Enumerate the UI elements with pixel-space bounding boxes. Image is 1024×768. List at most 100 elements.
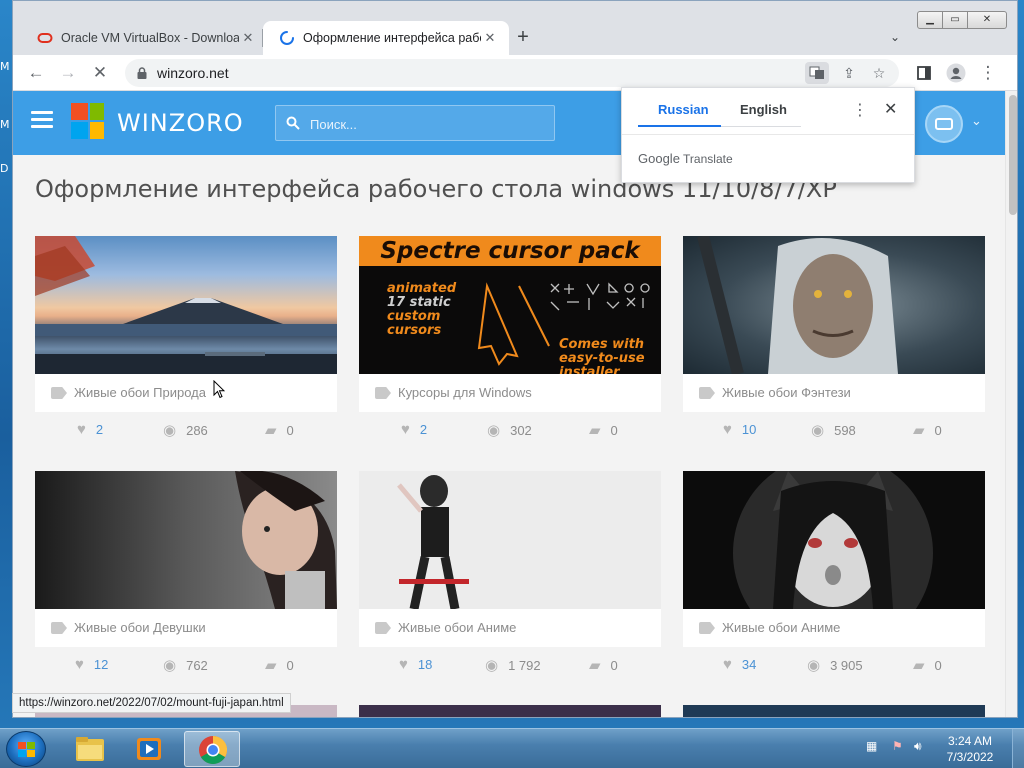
new-tab-button[interactable]: +: [511, 25, 535, 49]
post-card[interactable]: Живые обои Аниме ♥ 18 ◉ 1 792 ▰ 0: [359, 471, 661, 679]
eye-icon: ◉: [485, 657, 499, 674]
show-desktop-button[interactable]: [1012, 729, 1024, 768]
likes-count: 34: [741, 657, 757, 672]
views-stat: ◉ 598: [811, 421, 856, 439]
taskbar-media-player[interactable]: [122, 731, 178, 767]
share-icon[interactable]: ⇪: [837, 62, 861, 84]
likes-stat[interactable]: ♥ 2: [77, 421, 103, 438]
forward-arrow-icon[interactable]: →: [55, 60, 81, 86]
post-thumbnail[interactable]: [359, 471, 661, 609]
chevron-down-icon[interactable]: ⌄: [971, 113, 982, 129]
post-thumbnail[interactable]: [35, 236, 337, 374]
site-search-box[interactable]: [275, 105, 555, 141]
search-input[interactable]: [310, 114, 540, 134]
likes-stat[interactable]: ♥ 12: [75, 656, 108, 673]
tab-virtualbox[interactable]: Oracle VM VirtualBox - Downloads ✕: [21, 21, 267, 55]
bookmark-star-icon[interactable]: ☆: [867, 62, 891, 84]
windows-logo-icon: [18, 742, 35, 757]
tag-icon: [375, 387, 391, 399]
taskbar-chrome[interactable]: [184, 731, 240, 767]
maximize-button[interactable]: ▭: [942, 11, 968, 29]
url-text: winzoro.net: [157, 65, 229, 81]
post-thumbnail[interactable]: [359, 705, 661, 717]
comments-stat[interactable]: ▰ 0: [913, 656, 942, 674]
post-thumbnail[interactable]: [683, 236, 985, 374]
network-icon[interactable]: ▦: [866, 739, 877, 753]
close-icon[interactable]: ✕: [884, 99, 897, 119]
comments-stat[interactable]: ▰ 0: [589, 656, 618, 674]
category-link[interactable]: Живые обои Аниме: [722, 620, 840, 635]
comments-stat[interactable]: ▰ 0: [913, 421, 942, 439]
comments-stat[interactable]: ▰ 0: [265, 656, 294, 674]
translate-tab-target[interactable]: English: [740, 102, 787, 117]
translate-tab-source[interactable]: Russian: [658, 102, 709, 117]
scrollbar-thumb[interactable]: [1009, 95, 1017, 215]
desktop-icon-label-fragment[interactable]: D: [0, 162, 8, 175]
likes-stat[interactable]: ♥ 34: [723, 656, 756, 673]
tab-close-icon[interactable]: ✕: [239, 30, 257, 46]
views-count: 598: [834, 422, 856, 438]
category-link[interactable]: Живые обои Фэнтези: [722, 385, 851, 400]
post-card[interactable]: Живые обои Аниме ♥ 34 ◉ 3 905 ▰ 0: [683, 471, 985, 679]
site-logo-text[interactable]: WINZORO: [117, 109, 244, 137]
tab-winzoro[interactable]: Оформление интерфейса рабочего стола ✕: [263, 21, 509, 55]
tag-icon: [699, 622, 715, 634]
likes-stat[interactable]: ♥ 2: [401, 421, 427, 438]
system-clock[interactable]: 3:24 AM 7/3/2022: [940, 733, 1000, 765]
tag-icon: [51, 387, 67, 399]
eye-icon: ◉: [811, 422, 825, 439]
chrome-icon: [199, 735, 227, 764]
profile-icon[interactable]: [943, 60, 969, 86]
stop-loading-icon[interactable]: ✕: [87, 60, 113, 86]
comments-count: 0: [286, 422, 294, 438]
address-bar[interactable]: winzoro.net ⇪ ☆: [125, 59, 899, 87]
post-thumbnail[interactable]: [35, 471, 337, 609]
category-link[interactable]: Курсоры для Windows: [398, 385, 532, 400]
eye-icon: ◉: [807, 657, 821, 674]
menu-kebab-icon[interactable]: ⋮: [975, 60, 1001, 86]
volume-icon[interactable]: 🔊︎: [914, 739, 922, 754]
side-panel-icon[interactable]: [911, 60, 937, 86]
post-card[interactable]: Spectre cursor pack animated 17 static c…: [359, 236, 661, 444]
comment-icon: ▰: [913, 422, 925, 439]
category-link[interactable]: Живые обои Девушки: [74, 620, 206, 635]
heart-icon: ♥: [75, 656, 84, 673]
winzoro-logo-icon[interactable]: [71, 103, 107, 139]
user-avatar[interactable]: [925, 105, 963, 143]
post-card[interactable]: Живые обои Фэнтези ♥ 10 ◉ 598 ▰ 0: [683, 236, 985, 444]
more-options-icon[interactable]: ⋮: [852, 100, 868, 120]
windows-taskbar: ▦ ⚑ 🔊︎ 3:24 AM 7/3/2022: [0, 728, 1024, 768]
post-stats: ♥ 2 ◉ 302 ▰ 0: [359, 414, 661, 444]
clock-date: 7/3/2022: [946, 750, 994, 764]
comments-stat[interactable]: ▰ 0: [589, 421, 618, 439]
hamburger-menu-icon[interactable]: [31, 111, 53, 129]
likes-stat[interactable]: ♥ 18: [399, 656, 432, 673]
comments-stat[interactable]: ▰ 0: [265, 421, 294, 439]
start-button[interactable]: [6, 731, 46, 767]
category-link[interactable]: Живые обои Аниме: [398, 620, 516, 635]
desktop-icon-label-fragment[interactable]: M: [0, 118, 10, 131]
window-close-button[interactable]: ✕: [967, 11, 1007, 29]
page-scrollbar[interactable]: [1005, 91, 1017, 717]
post-thumbnail[interactable]: [683, 705, 985, 717]
post-card[interactable]: Живые обои Природа ♥ 2 ◉ 286 ▰ 0: [35, 236, 337, 444]
post-thumbnail[interactable]: Spectre cursor pack animated 17 static c…: [359, 236, 661, 374]
post-thumbnail[interactable]: [683, 471, 985, 609]
taskbar-explorer[interactable]: [62, 731, 118, 767]
divider: [622, 134, 914, 135]
minimize-button[interactable]: ▁: [917, 11, 943, 29]
category-link[interactable]: Живые обои Природа: [74, 385, 206, 400]
loading-spinner-icon: [280, 31, 294, 45]
desktop-icon-label-fragment[interactable]: M: [0, 60, 10, 73]
tab-close-icon[interactable]: ✕: [481, 30, 499, 46]
search-icon: [286, 116, 300, 130]
thumb-text: custom: [387, 309, 441, 324]
translate-icon[interactable]: [805, 62, 829, 84]
tag-icon: [51, 622, 67, 634]
action-center-flag-icon[interactable]: ⚑: [892, 739, 903, 753]
back-arrow-icon[interactable]: ←: [23, 60, 49, 86]
likes-stat[interactable]: ♥ 10: [723, 421, 756, 438]
tab-search-chevron-icon[interactable]: ⌄: [885, 27, 905, 47]
category-bar: Курсоры для Windows: [359, 374, 661, 412]
post-card[interactable]: Живые обои Девушки ♥ 12 ◉ 762 ▰ 0: [35, 471, 337, 679]
